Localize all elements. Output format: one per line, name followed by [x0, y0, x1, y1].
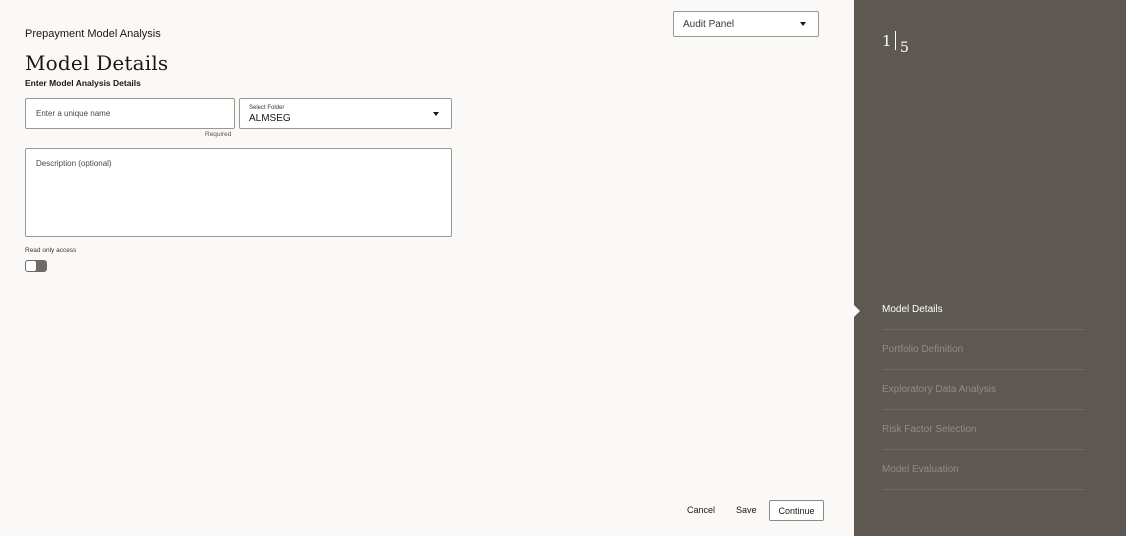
current-step-number: 1: [882, 32, 892, 50]
train-step-risk-factor-selection[interactable]: Risk Factor Selection: [882, 410, 1084, 450]
read-only-toggle[interactable]: [25, 260, 47, 272]
train-step-exploratory-data-analysis[interactable]: Exploratory Data Analysis: [882, 370, 1084, 410]
train-sidebar: 1 5 Model Details Portfolio Definition E…: [854, 0, 1126, 536]
folder-select[interactable]: Select Folder ALMSEG: [239, 98, 452, 129]
save-button[interactable]: Save: [736, 505, 757, 515]
chevron-down-icon: [800, 22, 806, 26]
active-step-pointer-icon: [854, 305, 860, 317]
page-title: Model Details: [25, 51, 169, 75]
description-field-wrapper: [25, 148, 452, 237]
step-divider: [895, 31, 896, 50]
train-steps: Model Details Portfolio Definition Explo…: [882, 290, 1084, 490]
folder-label: Select Folder: [249, 105, 285, 111]
train-step-model-details[interactable]: Model Details: [882, 290, 1084, 330]
toggle-knob: [26, 261, 36, 271]
total-steps-number: 5: [900, 40, 909, 56]
train-step-model-evaluation[interactable]: Model Evaluation: [882, 450, 1084, 490]
train-step-portfolio-definition[interactable]: Portfolio Definition: [882, 330, 1084, 370]
page-subtitle: Enter Model Analysis Details: [25, 78, 141, 88]
description-input[interactable]: [26, 149, 451, 236]
cancel-button[interactable]: Cancel: [687, 505, 715, 515]
read-only-label: Read only access: [25, 247, 77, 254]
folder-value: ALMSEG: [249, 113, 291, 124]
main-panel: Prepayment Model Analysis Model Details …: [0, 0, 854, 536]
required-hint: Required: [205, 131, 232, 138]
continue-button[interactable]: Continue: [769, 500, 824, 521]
audit-panel-label: Audit Panel: [683, 18, 735, 30]
app-title: Prepayment Model Analysis: [25, 28, 161, 40]
chevron-down-icon: [433, 112, 439, 116]
audit-panel-select[interactable]: Audit Panel: [673, 11, 819, 37]
name-input[interactable]: [26, 99, 234, 128]
name-field-wrapper: [25, 98, 235, 129]
